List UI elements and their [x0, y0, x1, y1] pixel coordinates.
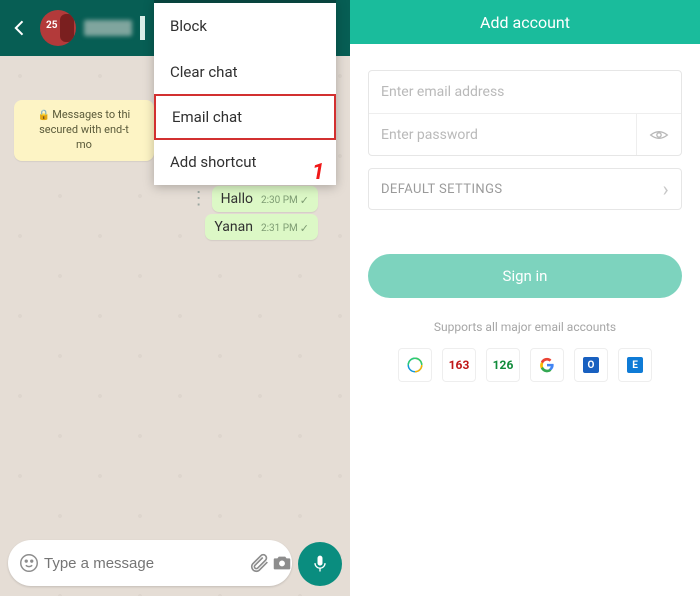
provider-163-icon[interactable]: 163 — [442, 348, 476, 382]
email-placeholder: Enter email address — [381, 84, 504, 100]
message-bubble[interactable]: Yanan 2:31 PM✓ — [205, 214, 318, 240]
add-account-header: Add account — [350, 0, 700, 44]
avatar-number: 25 — [46, 20, 57, 31]
provider-google-icon[interactable] — [530, 348, 564, 382]
menu-item-clear-chat[interactable]: Clear chat — [154, 49, 336, 95]
message-row[interactable]: Yanan 2:31 PM✓ — [205, 214, 318, 240]
supports-label: Supports all major email accounts — [350, 320, 700, 334]
check-icon: ✓ — [300, 194, 309, 207]
back-icon[interactable] — [8, 16, 32, 40]
avatar[interactable]: 25 — [40, 10, 76, 46]
emoji-icon[interactable] — [18, 550, 40, 576]
add-account-screen: Add account Enter email address Enter pa… — [350, 0, 700, 596]
menu-item-add-shortcut[interactable]: Add shortcut — [154, 139, 336, 185]
attach-icon[interactable] — [249, 550, 271, 576]
message-input-bar — [8, 540, 292, 586]
show-password-icon[interactable] — [636, 114, 669, 155]
encryption-text: Messages to thi secured with end-t mo — [39, 108, 130, 151]
provider-exchange-icon[interactable]: E — [618, 348, 652, 382]
encryption-banner: 🔒Messages to thi secured with end-t mo — [14, 100, 154, 161]
message-text: Hallo — [221, 191, 253, 207]
provider-126-icon[interactable]: 126 — [486, 348, 520, 382]
credentials-group: Enter email address Enter password — [368, 70, 682, 156]
check-icon: ✓ — [300, 222, 309, 235]
menu-item-email-chat[interactable]: Email chat — [154, 94, 336, 140]
message-time: 2:30 PM✓ — [261, 194, 309, 207]
whatsapp-menu: Block Clear chat Email chat Add shortcut — [154, 0, 336, 185]
default-settings-row[interactable]: DEFAULT SETTINGS › — [368, 168, 682, 210]
contact-name-redacted — [84, 20, 132, 36]
status-redacted — [140, 16, 145, 40]
email-field[interactable]: Enter email address — [369, 71, 681, 113]
menu-item-block[interactable]: Block — [154, 3, 336, 49]
message-options-icon[interactable]: ⋮ — [190, 190, 208, 208]
password-field[interactable]: Enter password — [369, 113, 681, 155]
mic-button[interactable] — [298, 542, 342, 586]
chevron-right-icon: › — [663, 177, 669, 201]
annotation-step-1: 1 — [312, 160, 324, 185]
message-text: Yanan — [214, 219, 253, 235]
default-settings-label: DEFAULT SETTINGS — [381, 182, 502, 197]
message-bubble[interactable]: Hallo 2:30 PM✓ — [212, 186, 318, 212]
camera-icon[interactable] — [271, 550, 293, 576]
provider-qqmail-icon[interactable] — [398, 348, 432, 382]
provider-row: 163 126 O E — [350, 348, 700, 382]
whatsapp-screen: 25 T 🔒Messages to thi secured with end-t… — [0, 0, 350, 596]
message-input[interactable] — [38, 555, 249, 572]
provider-outlook-icon[interactable]: O — [574, 348, 608, 382]
message-row[interactable]: ⋮ Hallo 2:30 PM✓ — [190, 186, 318, 212]
lock-icon: 🔒 — [38, 110, 50, 121]
sign-in-button[interactable]: Sign in — [368, 254, 682, 298]
password-placeholder: Enter password — [381, 127, 478, 143]
message-time: 2:31 PM✓ — [261, 222, 309, 235]
